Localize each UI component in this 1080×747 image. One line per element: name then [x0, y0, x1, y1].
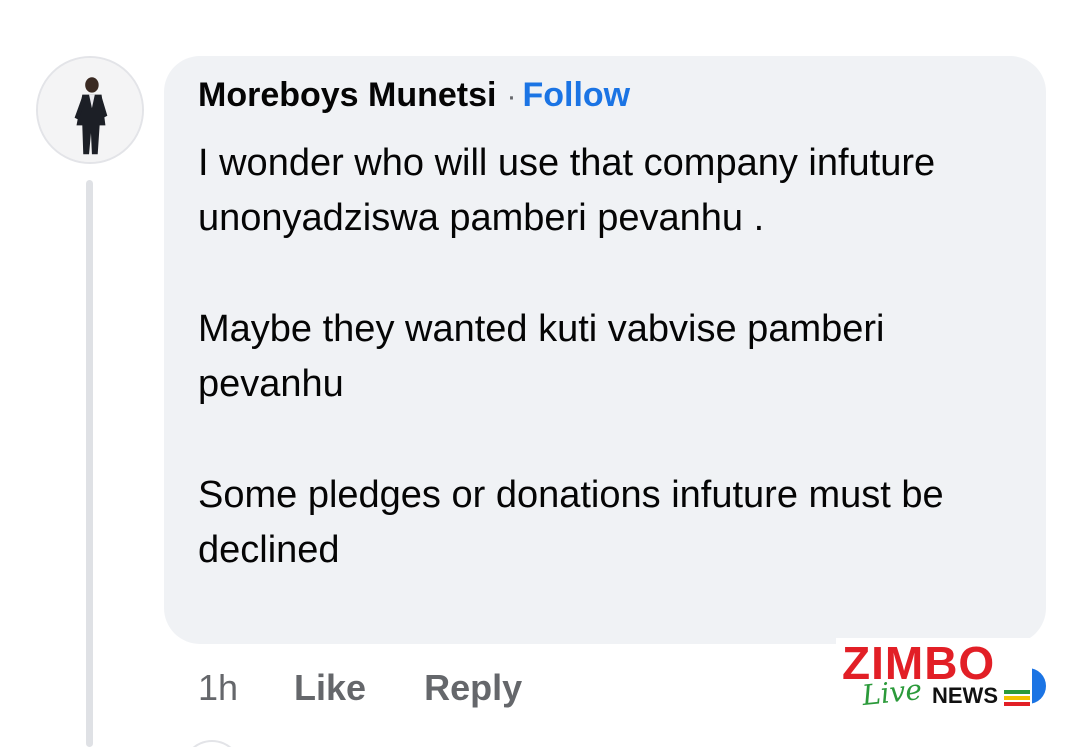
comment-bubble: Moreboys Munetsi · Follow I wonder who w…: [164, 56, 1046, 644]
thread-connector-line: [86, 180, 93, 747]
zimbo-live-news-watermark: ZIMBO Live NEWS: [836, 638, 1032, 714]
user-avatar-icon: [38, 58, 142, 162]
watermark-live: Live: [860, 672, 924, 713]
comment-header: Moreboys Munetsi · Follow: [198, 76, 1012, 122]
follow-button[interactable]: Follow: [522, 76, 630, 115]
avatar[interactable]: [36, 56, 144, 164]
comment-thread: Moreboys Munetsi · Follow I wonder who w…: [0, 0, 1080, 747]
next-comment-avatar[interactable]: [182, 740, 242, 747]
comment-timestamp[interactable]: 1h: [198, 667, 238, 709]
comment-body: I wonder who will use that company infut…: [198, 136, 1012, 578]
comment-actions: 1h Like Reply: [198, 662, 522, 714]
like-button[interactable]: Like: [294, 667, 366, 709]
separator-dot: ·: [506, 80, 517, 113]
author-name[interactable]: Moreboys Munetsi: [198, 76, 496, 115]
comment-paragraph: Maybe they wanted kuti vabvise pamberi p…: [198, 308, 885, 405]
comment-paragraph: Some pledges or donations infuture must …: [198, 474, 944, 571]
reply-button[interactable]: Reply: [424, 667, 522, 709]
watermark-news: NEWS: [932, 683, 998, 708]
flag-stripes-icon: [1004, 690, 1030, 708]
comment-paragraph: I wonder who will use that company infut…: [198, 142, 936, 239]
